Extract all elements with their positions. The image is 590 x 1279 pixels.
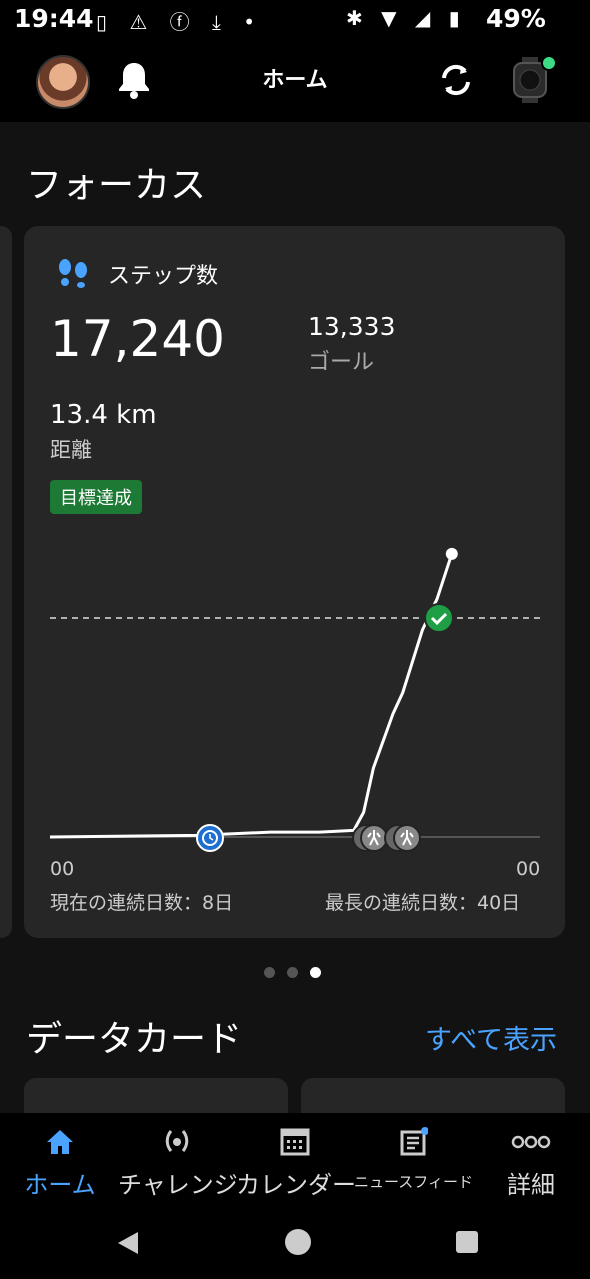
steps-series-line [49,553,454,839]
home-button[interactable] [285,1229,311,1255]
laurel-icon [165,1130,189,1152]
previous-card-edge[interactable] [0,226,12,938]
walking-activity-icon [384,824,421,852]
pager-dot-active[interactable] [310,967,321,978]
distance-value: 13.4 km [50,400,157,430]
footsteps-icon [59,259,87,288]
x-axis-end-label: 00 [516,858,541,880]
pager-dot[interactable] [287,967,298,978]
goal-value: 13,333 [308,312,396,341]
steps-count: 17,240 [50,310,225,368]
current-steps-point [445,547,458,560]
walking-activity-icon [352,824,388,852]
nav-label: カレンダー [236,1171,356,1199]
data-card[interactable] [301,1078,565,1118]
nav-more[interactable]: 詳細 [482,1113,580,1209]
watch-connected-indicator [541,55,557,71]
data-cards-title: データカード [26,1019,243,1060]
page-title: ホーム [262,68,328,93]
sync-icon[interactable] [436,60,476,100]
focus-section-title: フォーカス [26,165,207,206]
bottom-navigation: ホーム チャレンジ カレンダー ニュースフィード 詳細 [0,1113,590,1209]
nav-label: 詳細 [507,1171,555,1199]
nav-label: ホーム [24,1171,96,1199]
longest-streak: 最長の連続日数：40日 [325,892,521,914]
card-title: ステップ数 [108,264,219,289]
current-streak: 現在の連続日数：8日 [50,892,234,914]
notification-icons: ▯ ⚠ ⓕ ⤓ • [96,10,264,34]
nav-label: チャレンジ [118,1171,238,1199]
newsfeed-icon [400,1127,428,1156]
more-icon [511,1135,551,1149]
recents-button[interactable] [456,1231,478,1253]
status-time: 19:44 [14,4,94,33]
goal-achieved-badge: 目標達成 [50,480,142,514]
goal-reached-check-icon [424,603,454,633]
steps-chart [49,547,540,852]
sleep-marker-icon [196,824,224,852]
back-icon[interactable] [116,1230,140,1256]
nav-calendar[interactable]: カレンダー [236,1113,356,1209]
goal-label: ゴール [308,350,375,375]
battery-level: 49% [486,4,546,33]
pager-dot[interactable] [264,967,275,978]
nav-label: ニュースフィード [354,1173,473,1191]
home-icon [47,1130,73,1154]
card-pager[interactable] [264,963,333,982]
nav-newsfeed[interactable]: ニュースフィード [354,1113,473,1209]
show-all-link[interactable]: すべて表示 [425,1018,557,1057]
nav-home[interactable]: ホーム [10,1113,110,1209]
data-card[interactable] [24,1078,288,1118]
nav-challenges[interactable]: チャレンジ [118,1113,238,1209]
calendar-icon [280,1128,310,1156]
distance-label: 距離 [50,438,92,462]
x-axis-start-label: 00 [50,858,75,880]
system-status-icons: ✱ ▼ ◢ ▮ [346,6,466,30]
